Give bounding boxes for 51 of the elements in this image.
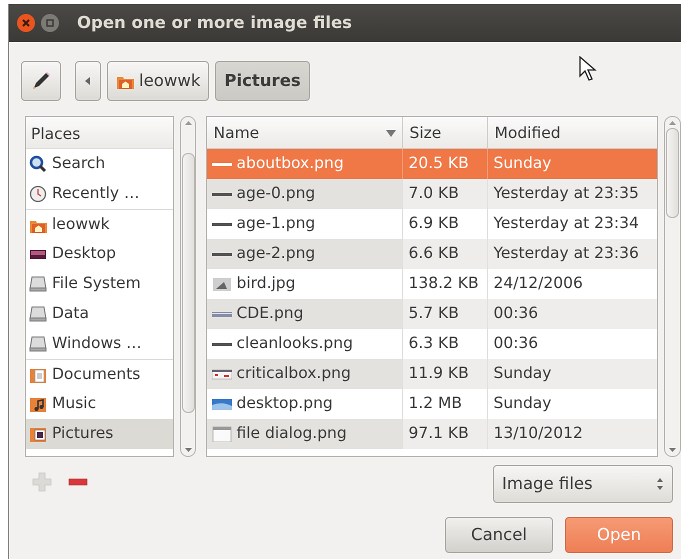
image-thumbnail-icon [212, 398, 232, 410]
file-row[interactable]: age-0.png 7.0 KB Yesterday at 23:35 [207, 179, 658, 209]
spinner-arrows-icon [656, 477, 664, 491]
sidebar-item[interactable]: File System [26, 269, 173, 299]
scrollbar[interactable] [180, 116, 196, 457]
clock-icon [29, 185, 47, 203]
scrollbar[interactable] [664, 116, 681, 457]
path-button[interactable]: leowwk [107, 61, 210, 101]
file-row[interactable]: CDE.png 5.7 KB 00:36 [207, 299, 658, 329]
column-header: Places [26, 117, 173, 149]
cancel-button[interactable]: Cancel [445, 517, 553, 553]
sort-arrow-icon [386, 130, 396, 138]
up-arrow-icon[interactable] [184, 120, 192, 126]
file-type-dropdown[interactable]: Image files [493, 465, 673, 503]
back-arrow-button[interactable] [75, 61, 101, 101]
edit-location-button[interactable] [21, 61, 61, 101]
square-icon [46, 19, 54, 27]
hard-drive-icon [29, 335, 47, 353]
down-arrow-icon[interactable] [668, 447, 678, 453]
left-arrow-icon [84, 76, 92, 86]
scrollbar-thumb[interactable] [666, 128, 680, 218]
sidebar-item[interactable]: Pictures [26, 419, 173, 449]
sidebar-item[interactable]: leowwk [26, 209, 173, 239]
up-arrow-icon[interactable] [668, 120, 678, 126]
music-folder-icon [29, 395, 47, 413]
file-row[interactable]: file dialog.png 97.1 KB 13/10/2012 [207, 419, 658, 449]
close-icon [21, 18, 31, 28]
down-arrow-icon[interactable] [184, 447, 192, 453]
photo-thumbnail-icon [212, 277, 232, 291]
window-title: Open one or more image files [77, 12, 352, 34]
file-row[interactable]: criticalbox.png 11.9 KB Sunday [207, 359, 658, 389]
close-button[interactable] [17, 14, 35, 32]
sidebar-item[interactable]: Desktop [26, 239, 173, 269]
hard-drive-icon [29, 275, 47, 293]
sidebar-item[interactable]: Recently … [26, 179, 173, 209]
sidebar-item[interactable]: Windows … [26, 329, 173, 359]
pictures-folder-icon [29, 425, 47, 443]
pencil-icon [30, 70, 52, 92]
file-row[interactable]: age-2.png 6.6 KB Yesterday at 23:36 [207, 239, 658, 269]
scrollbar-thumb[interactable] [182, 152, 194, 412]
sidebar-item[interactable]: Music [26, 389, 173, 419]
sidebar-item[interactable]: Search [26, 149, 173, 179]
minimize-button[interactable] [41, 14, 59, 32]
sidebar-item[interactable]: Data [26, 299, 173, 329]
sidebar-item[interactable]: Documents [26, 359, 173, 389]
image-thumbnail-icon [212, 426, 232, 442]
path-button[interactable]: Pictures [215, 61, 310, 101]
image-thumbnail-icon [212, 368, 232, 380]
search-icon [29, 155, 47, 173]
hard-drive-icon [29, 305, 47, 323]
mouse-pointer-icon [579, 56, 597, 82]
